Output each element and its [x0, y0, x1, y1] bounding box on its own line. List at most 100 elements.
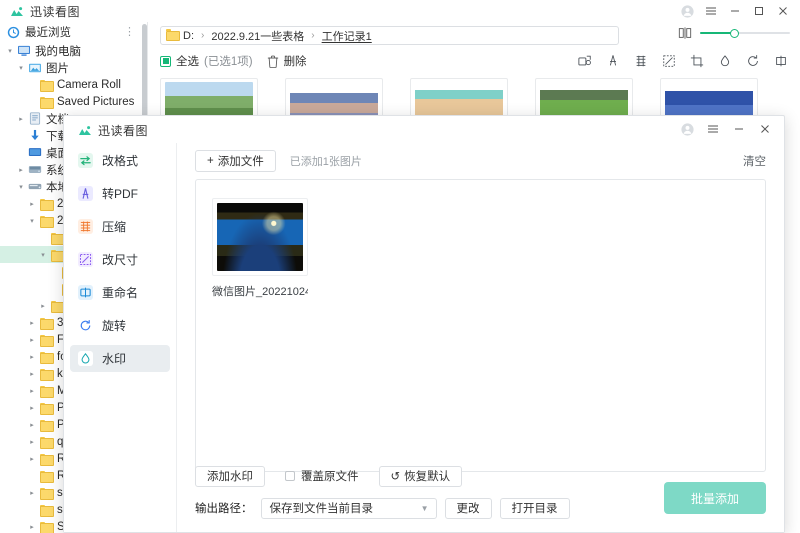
sidebar-item-saved-pictures[interactable]: Saved Pictures: [0, 93, 147, 110]
rename-icon[interactable]: [774, 54, 788, 68]
pictures-icon: [27, 62, 42, 74]
tree-expander[interactable]: ▸: [37, 302, 49, 310]
dialog-nav-pdf[interactable]: 转PDF: [70, 180, 170, 207]
tree-expander[interactable]: ▸: [26, 455, 38, 463]
menu-icon[interactable]: [700, 2, 722, 20]
tree-expander[interactable]: ▾: [15, 64, 27, 72]
minimize-icon[interactable]: [728, 120, 750, 138]
folder-icon: [38, 419, 54, 432]
overwrite-checkbox[interactable]: 覆盖原文件: [285, 468, 359, 484]
dialog-nav-rename[interactable]: 重命名: [70, 279, 170, 306]
dialog-nav-resize[interactable]: 改尺寸: [70, 246, 170, 273]
clock-icon: [6, 26, 21, 39]
account-icon[interactable]: [676, 120, 698, 138]
tree-expander[interactable]: ▾: [37, 251, 49, 259]
sidebar-item-label: 我的电脑: [35, 45, 81, 58]
select-all-checkbox[interactable]: 全选 (已选1项): [160, 53, 253, 69]
list-item[interactable]: 微信图片_20221024114...: [212, 198, 308, 299]
tree-expander[interactable]: ▸: [26, 404, 38, 412]
tree-expander[interactable]: ▸: [26, 421, 38, 429]
output-path-select[interactable]: 保存到文件当前目录 ▼: [260, 497, 437, 519]
convert-format-icon[interactable]: [578, 54, 592, 68]
sidebar-item-label: Saved Pictures: [57, 95, 135, 108]
tree-expander[interactable]: ▸: [26, 489, 38, 497]
tree-expander[interactable]: ▸: [26, 200, 38, 208]
breadcrumb-segment-2[interactable]: 工作记录1: [322, 28, 372, 44]
sidebar-item--[interactable]: ▾ 图片: [0, 59, 147, 76]
format-icon: [78, 153, 93, 168]
tree-expander[interactable]: ▸: [15, 115, 27, 123]
dialog-nav-format[interactable]: 改格式: [70, 147, 170, 174]
watermark-icon[interactable]: [718, 54, 732, 68]
drive-icon: [27, 164, 42, 175]
account-icon[interactable]: [676, 2, 698, 20]
drive2-icon: [27, 182, 42, 191]
restore-default-button[interactable]: ↺ 恢复默认: [378, 465, 463, 487]
folder-icon: [49, 232, 65, 245]
watermark-dialog: 迅读看图 改格式 转PDF 压缩 改尺寸 重命名 旋转 水印 + 添加文件 已添…: [63, 115, 785, 533]
resize-icon[interactable]: [662, 54, 676, 68]
pdf-icon: [78, 186, 93, 201]
resize-icon: [78, 252, 93, 267]
close-icon[interactable]: [772, 2, 794, 20]
breadcrumb-segment-1[interactable]: 2022.9.21一些表格: [211, 28, 304, 44]
breadcrumb-drive[interactable]: D:: [183, 30, 194, 42]
zoom-slider-knob[interactable]: [730, 28, 739, 38]
tree-expander[interactable]: ▸: [26, 370, 38, 378]
folder-icon: [38, 351, 54, 364]
tree-expander[interactable]: ▸: [26, 353, 38, 361]
tree-expander[interactable]: ▸: [15, 166, 27, 174]
dialog-nav-rotate[interactable]: 旋转: [70, 312, 170, 339]
view-mode-icon[interactable]: [678, 26, 692, 40]
dialog-sidebar[interactable]: 改格式转PDF 压缩改尺寸重命名旋转水印: [64, 143, 177, 532]
file-list-area[interactable]: 微信图片_20221024114...: [195, 179, 766, 472]
rename-icon: [78, 285, 93, 300]
file-thumbnail: [212, 198, 308, 276]
close-icon[interactable]: [754, 120, 776, 138]
dialog-titlebar: 迅读看图: [64, 116, 784, 143]
minimize-icon[interactable]: [724, 2, 746, 20]
menu-icon[interactable]: [702, 120, 724, 138]
app-brand: 迅读看图: [10, 3, 80, 20]
change-path-button[interactable]: 更改: [444, 497, 492, 519]
open-directory-button[interactable]: 打开目录: [499, 497, 570, 519]
monitor-icon: [16, 45, 31, 57]
compress-icon: [78, 219, 93, 234]
tree-expander[interactable]: ▾: [26, 217, 38, 225]
sidebar-item-camera-roll[interactable]: Camera Roll: [0, 76, 147, 93]
dialog-nav-watermark[interactable]: 水印: [70, 345, 170, 372]
tree-expander[interactable]: ▸: [26, 319, 38, 327]
tree-expander[interactable]: ▸: [26, 438, 38, 446]
add-watermark-button[interactable]: 添加水印: [195, 465, 265, 487]
doc-icon: [27, 112, 42, 125]
tree-expander[interactable]: ▸: [26, 387, 38, 395]
delete-label: 删除: [283, 56, 307, 68]
dialog-nav-label: 压缩: [102, 220, 127, 234]
folder-icon: [38, 96, 54, 109]
compress-icon[interactable]: [634, 54, 648, 68]
breadcrumb-separator: ›: [311, 30, 315, 41]
rotate-icon: [78, 318, 93, 333]
dialog-nav-compress[interactable]: 压缩: [70, 213, 170, 240]
to-pdf-icon[interactable]: [606, 54, 620, 68]
breadcrumb[interactable]: D: › 2022.9.21一些表格 › 工作记录1: [160, 26, 619, 45]
window-controls: [676, 2, 794, 20]
folder-icon: [38, 79, 54, 92]
sidebar-item-recent[interactable]: 最近浏览 ⋮: [0, 22, 147, 42]
tree-expander[interactable]: ▾: [15, 183, 27, 191]
sidebar-item--[interactable]: ▾ 我的电脑: [0, 42, 147, 59]
add-file-button[interactable]: + 添加文件: [195, 150, 276, 172]
crop-icon[interactable]: [690, 54, 704, 68]
tree-expander[interactable]: ▸: [26, 523, 38, 531]
rotate-icon[interactable]: [746, 54, 760, 68]
recent-more-icon[interactable]: ⋮: [124, 25, 135, 38]
sidebar-item-label: 图片: [46, 62, 69, 75]
dialog-nav-label: 改格式: [102, 154, 139, 168]
zoom-slider[interactable]: [700, 26, 790, 40]
tree-expander[interactable]: ▾: [4, 47, 16, 55]
tree-expander[interactable]: ▸: [26, 336, 38, 344]
delete-button[interactable]: 删除: [267, 53, 307, 69]
maximize-icon[interactable]: [748, 2, 770, 20]
clear-button[interactable]: 清空: [743, 153, 766, 169]
batch-add-button[interactable]: 批量添加: [664, 482, 766, 514]
